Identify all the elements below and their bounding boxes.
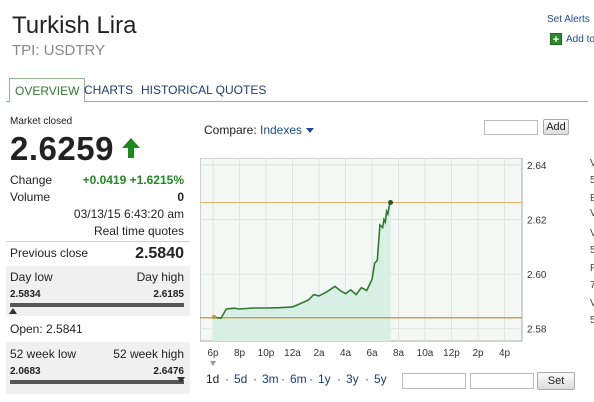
compare-symbol-input[interactable] — [484, 120, 538, 135]
tab-historical-quotes[interactable]: HISTORICAL QUOTES — [136, 78, 271, 102]
day-high-value: 2.6185 — [153, 289, 184, 300]
open-marker-icon — [9, 308, 17, 314]
range-separator: · — [309, 372, 313, 386]
change-value: +0.0419 +1.6215% — [82, 173, 184, 187]
side-panel-text: F — [590, 263, 594, 274]
x-tick-label: 10a — [417, 348, 434, 359]
tab-overview[interactable]: OVERVIEW — [9, 78, 86, 103]
plus-icon: + — [550, 33, 562, 46]
side-panel-text: 5 — [590, 315, 594, 326]
week52-high-label: 52 week high — [113, 347, 184, 361]
previous-close-value: 2.5840 — [135, 245, 184, 262]
divider — [6, 241, 190, 242]
day-low-value: 2.5834 — [10, 289, 41, 300]
quote-type: Real time quotes — [93, 224, 184, 238]
range-5y[interactable]: 5y — [374, 372, 387, 386]
tab-bar: OVERVIEW CHARTS HISTORICAL QUOTES — [6, 78, 588, 103]
change-label: Change — [10, 173, 53, 187]
x-tick-label: 12p — [443, 348, 460, 359]
side-panel-text: 7 — [590, 280, 594, 291]
add-compare-button[interactable]: Add — [543, 119, 569, 135]
range-separator: · — [281, 372, 285, 386]
range-3m[interactable]: 3m — [262, 372, 279, 386]
quote-timestamp: 03/13/15 6:43:20 am — [73, 207, 184, 221]
week52-low-label: 52 week low — [10, 347, 77, 361]
day-high-label: Day high — [136, 270, 184, 284]
x-tick-label: 2a — [313, 348, 325, 359]
open-price: Open: 2.5841 — [10, 322, 83, 336]
range-6m[interactable]: 6m — [290, 372, 307, 386]
side-panel-text: 5 — [590, 245, 594, 256]
ticker-symbol: TPI: USDTRY — [12, 42, 106, 59]
x-tick-label: 2p — [472, 348, 484, 359]
triangle-down-icon — [306, 128, 315, 134]
end-date-input[interactable] — [470, 373, 534, 389]
previous-close-label: Previous close — [10, 246, 89, 260]
side-panel-text: V — [590, 298, 594, 309]
week52-range-bar — [10, 380, 184, 384]
y-tick-label: 2.64 — [527, 161, 547, 172]
week52-low-value: 2.0683 — [10, 366, 41, 377]
x-tick-label: 4p — [499, 348, 511, 359]
set-alerts-link[interactable]: Set Alerts — [547, 14, 590, 25]
volume-value: 0 — [177, 190, 184, 204]
x-tick-label: 10p — [258, 348, 275, 359]
start-date-input[interactable] — [402, 373, 466, 389]
side-panel-text: E — [590, 193, 594, 204]
range-separator: · — [253, 372, 257, 386]
side-panel-text: V — [590, 228, 594, 239]
price-chart[interactable]: 2.64 2.62 2.60 2.58 6p 8p 10p 12a 2a 4a 6a 8a 10a 12… — [200, 158, 580, 370]
y-tick-label: 2.58 — [527, 325, 547, 336]
range-1d[interactable]: 1d — [206, 372, 219, 386]
compare-dropdown-value: Indexes — [260, 123, 303, 137]
x-tick-label: 12a — [284, 348, 301, 359]
last-price: 2.6259 — [10, 130, 114, 167]
market-status: Market closed — [10, 116, 73, 127]
compare-dropdown[interactable]: Indexes — [260, 123, 315, 137]
x-tick-label: 6a — [366, 348, 378, 359]
range-1y[interactable]: 1y — [318, 372, 331, 386]
day-range-bar — [10, 303, 184, 307]
up-arrow-icon — [122, 138, 140, 158]
open-point — [212, 314, 216, 319]
x-tick-label: 8a — [393, 348, 405, 359]
week52-high-value: 2.6476 — [153, 366, 184, 377]
volume-label: Volume — [10, 190, 51, 204]
compare-label: Compare: — [204, 123, 257, 137]
add-to-label: Add to — [566, 33, 594, 45]
add-to-watchlist-button[interactable]: + Add to — [550, 32, 594, 46]
set-date-range-button[interactable]: Set — [537, 372, 575, 390]
range-separator: · — [365, 372, 369, 386]
page-title: Turkish Lira — [12, 12, 137, 39]
day-low-label: Day low — [10, 270, 53, 284]
y-tick-label: 2.62 — [527, 215, 547, 226]
range-3y[interactable]: 3y — [346, 372, 359, 386]
y-tick-label: 2.60 — [527, 270, 547, 281]
x-tick-label: 4a — [340, 348, 352, 359]
range-5d[interactable]: 5d — [234, 372, 247, 386]
range-separator: · — [225, 372, 229, 386]
side-panel-text: 5 — [590, 175, 594, 186]
current-price-marker-icon — [176, 377, 185, 383]
last-price-point — [388, 200, 394, 206]
side-panel-text: V — [590, 208, 594, 219]
x-tick-label: 8p — [234, 348, 246, 359]
range-start-marker-icon — [210, 361, 216, 366]
tab-charts[interactable]: CHARTS — [79, 78, 138, 102]
range-separator: · — [337, 372, 341, 386]
x-tick-label: 6p — [207, 348, 219, 359]
side-panel-text: V — [590, 158, 594, 169]
